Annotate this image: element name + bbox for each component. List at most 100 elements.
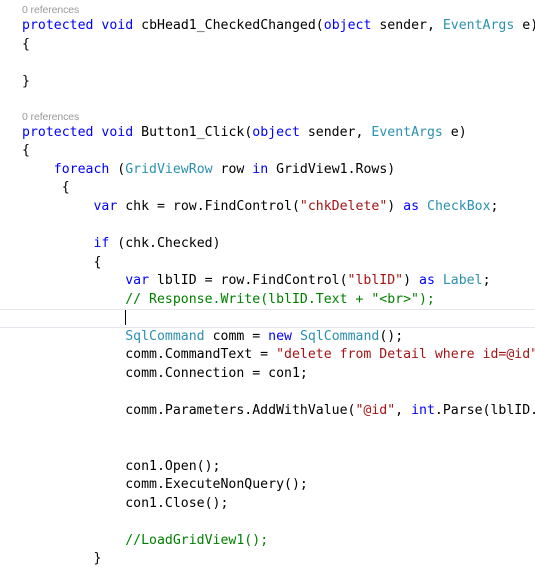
code-line[interactable]: comm.ExecuteNonQuery();: [0, 476, 535, 495]
code-line[interactable]: [0, 439, 535, 458]
code-token-pln: row: [212, 161, 253, 177]
code-token-pln: [419, 199, 427, 214]
code-line[interactable]: {: [0, 179, 535, 198]
code-token-pln: ): [387, 198, 404, 214]
code-token-kw: int: [411, 402, 435, 418]
code-token-cmt: //LoadGridView1();: [125, 532, 269, 548]
code-token-pln: ();: [379, 328, 404, 344]
code-token-str: "lblID": [347, 273, 404, 289]
text-caret: [124, 310, 126, 326]
code-token-pln: {: [22, 254, 102, 270]
code-token-kw: foreach: [53, 161, 110, 177]
code-token-kw: var: [93, 198, 118, 214]
code-lines-container[interactable]: 0 references protected void cbHead1_Check…: [0, 3, 535, 569]
code-line[interactable]: protected void cbHead1_CheckedChanged(ob…: [0, 17, 535, 36]
code-token-pln: comm.ExecuteNonQuery();: [22, 477, 308, 493]
code-line[interactable]: [0, 54, 535, 73]
codelens-references[interactable]: 0 references: [0, 110, 535, 124]
code-token-pln: comm.CommandText =: [22, 347, 277, 363]
code-line[interactable]: }: [0, 550, 535, 569]
code-line[interactable]: [0, 216, 535, 235]
code-token-pln: ;: [482, 273, 491, 289]
code-token-pln: [435, 273, 443, 288]
code-token-pln: [22, 311, 125, 326]
code-token-type: EventArgs: [442, 18, 515, 33]
code-token-pln: }: [22, 73, 30, 89]
code-token-pln: sender,: [371, 18, 443, 33]
code-token-pln: [22, 292, 125, 307]
code-line[interactable]: }: [0, 73, 535, 92]
code-token-kw: if: [93, 236, 110, 252]
code-line[interactable]: {: [0, 142, 535, 161]
code-editor-surface[interactable]: 0 references protected void cbHead1_Check…: [0, 0, 535, 566]
code-line[interactable]: protected void Button1_Click(object send…: [0, 124, 535, 143]
code-token-pln: comm.Parameters.AddWithValue(: [22, 402, 356, 418]
code-line[interactable]: var lblID = row.FindControl("lblID") as …: [0, 272, 535, 291]
code-token-pln: sender,: [299, 124, 372, 140]
code-line[interactable]: var chk = row.FindControl("chkDelete") a…: [0, 198, 535, 217]
code-token-pln: ): [403, 273, 420, 289]
code-token-str: "chkDelete": [299, 198, 388, 214]
code-token-kw: void: [101, 124, 134, 140]
code-token-pln: (chk.Checked): [109, 236, 221, 252]
code-line[interactable]: con1.Open();: [0, 458, 535, 477]
code-token-type: EventArgs: [371, 124, 443, 140]
code-token-type: GridViewRow: [125, 161, 213, 177]
code-token-kw: var: [125, 273, 150, 289]
code-line[interactable]: SqlCommand comm = new SqlCommand();: [0, 328, 535, 347]
code-token-pln: }: [22, 551, 102, 567]
code-token-pln: comm =: [204, 328, 269, 344]
code-line[interactable]: {: [0, 36, 535, 55]
code-line[interactable]: [0, 383, 535, 402]
code-token-kw: void: [101, 18, 134, 33]
code-line[interactable]: [0, 91, 535, 110]
code-token-type: CheckBox: [427, 198, 491, 214]
code-token-kw: as: [403, 198, 420, 214]
code-line-current[interactable]: [0, 309, 535, 328]
code-line[interactable]: if (chk.Checked): [0, 235, 535, 254]
code-token-pln: [22, 329, 125, 344]
code-line[interactable]: //LoadGridView1();: [0, 532, 535, 551]
code-token-pln: e): [522, 18, 535, 33]
code-token-kw: new: [268, 328, 292, 344]
code-token-cmt: // Response.Write(lblID.Text + "<br>");: [125, 291, 435, 307]
code-line[interactable]: {: [0, 254, 535, 273]
code-token-kw: object: [323, 18, 372, 33]
code-token-pln: con1.Close();: [22, 495, 229, 511]
code-token-pln: [22, 273, 125, 288]
code-token-kw: protected: [22, 124, 94, 140]
code-token-pln: .Parse(lblID.Text));: [434, 402, 535, 418]
code-line[interactable]: comm.Connection = con1;: [0, 365, 535, 384]
code-token-type: Label: [442, 273, 483, 289]
code-line[interactable]: // Response.Write(lblID.Text + "<br>");: [0, 291, 535, 310]
code-token-type: SqlCommand: [299, 328, 380, 344]
code-line[interactable]: foreach (GridViewRow row in GridView1.Ro…: [0, 161, 535, 180]
code-token-pln: [22, 162, 54, 177]
code-token-str: "@id": [355, 402, 396, 418]
code-token-pln: (: [109, 161, 126, 177]
code-token-pln: Button1_Click(: [133, 124, 253, 140]
code-token-kw: object: [252, 124, 300, 140]
code-line[interactable]: [0, 420, 535, 439]
code-token-pln: [22, 236, 93, 251]
code-line[interactable]: comm.Parameters.AddWithValue("@id", int.…: [0, 402, 535, 421]
code-line[interactable]: comm.CommandText = "delete from Detail w…: [0, 346, 535, 365]
code-token-pln: ;: [490, 198, 499, 214]
code-token-kw: protected: [22, 18, 94, 33]
code-token-pln: {: [22, 36, 30, 52]
code-token-pln: [22, 199, 93, 214]
code-token-pln: chk = row.FindControl(: [117, 198, 300, 214]
code-token-pln: [22, 533, 125, 548]
code-line[interactable]: [0, 513, 535, 532]
code-token-pln: GridView1.Rows): [268, 161, 396, 177]
codelens-references[interactable]: 0 references: [0, 3, 535, 17]
code-token-kw: as: [419, 273, 435, 289]
code-token-pln: e): [442, 124, 467, 140]
code-token-pln: con1.Open();: [22, 458, 221, 474]
code-token-str: "delete from Detail where id=@id": [276, 347, 535, 363]
code-token-pln: cbHead1_CheckedChanged(: [133, 18, 324, 33]
code-token-pln: comm.Connection = con1;: [22, 365, 308, 381]
code-token-pln: lblID = row.FindControl(: [149, 273, 348, 289]
code-token-pln: ,: [395, 402, 412, 418]
code-token-type: SqlCommand: [125, 328, 205, 344]
